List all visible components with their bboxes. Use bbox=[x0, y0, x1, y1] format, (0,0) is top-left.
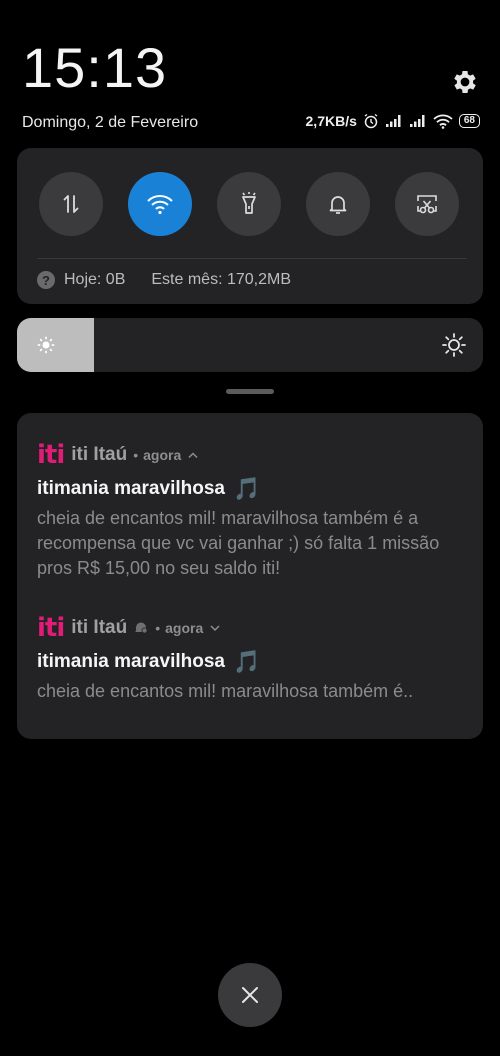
signal-icon bbox=[385, 115, 401, 127]
clock-time: 15:13 bbox=[22, 36, 168, 99]
toggle-flashlight[interactable] bbox=[217, 172, 281, 236]
notification-header: iti iti Itaú • agora bbox=[37, 614, 465, 642]
muted-bell-icon bbox=[135, 622, 148, 634]
wifi-icon bbox=[433, 114, 453, 129]
app-name: iti Itaú bbox=[71, 444, 128, 465]
toggle-mobile-data[interactable] bbox=[39, 172, 103, 236]
toggle-screenshot[interactable] bbox=[395, 172, 459, 236]
toggle-sound[interactable] bbox=[306, 172, 370, 236]
notification-header: iti iti Itaú • agora bbox=[37, 441, 465, 469]
separator-dot: • bbox=[155, 620, 161, 636]
clear-all-button[interactable] bbox=[218, 963, 282, 1027]
data-usage-month: Este mês: 170,2MB bbox=[151, 271, 291, 288]
network-speed: 2,7KB/s bbox=[305, 113, 357, 129]
notification-time: agora bbox=[165, 620, 204, 636]
signal-icon bbox=[409, 115, 425, 127]
settings-gear-icon[interactable] bbox=[450, 67, 480, 97]
notification-1[interactable]: iti iti Itaú • agora itimania maravilhos… bbox=[37, 441, 465, 581]
iti-logo: iti bbox=[37, 440, 65, 470]
notification-2[interactable]: iti iti Itaú • agora itimania maravilhos… bbox=[37, 614, 465, 704]
brightness-high-icon bbox=[442, 333, 466, 357]
help-icon: ? bbox=[37, 271, 55, 289]
battery-icon: 68 bbox=[458, 114, 480, 128]
status-bar: 2,7KB/s 68 bbox=[306, 113, 480, 129]
alarm-icon bbox=[364, 113, 378, 129]
notification-card: iti iti Itaú • agora itimania maravilhos… bbox=[17, 413, 483, 739]
quick-settings-panel: ? Hoje: 0B Este mês: 170,2MB bbox=[17, 148, 483, 304]
close-icon bbox=[242, 987, 258, 1003]
wifi-icon bbox=[147, 195, 173, 215]
chevron-down-icon[interactable] bbox=[209, 624, 221, 632]
toggle-wifi[interactable] bbox=[128, 172, 192, 236]
app-name: iti Itaú bbox=[71, 617, 128, 638]
music-note-emoji: 🎵 bbox=[232, 649, 261, 674]
data-usage[interactable]: ? Hoje: 0B Este mês: 170,2MB bbox=[37, 271, 291, 289]
separator-dot: • bbox=[133, 447, 139, 463]
iti-logo: iti bbox=[37, 613, 65, 643]
scissors-icon bbox=[417, 195, 437, 214]
flashlight-icon bbox=[242, 192, 256, 214]
panel-divider bbox=[37, 258, 467, 259]
data-arrows-icon bbox=[63, 195, 79, 213]
notification-body: cheia de encantos mil! maravilhosa també… bbox=[37, 681, 414, 701]
drag-handle[interactable] bbox=[226, 389, 274, 394]
data-usage-today: Hoje: 0B bbox=[64, 271, 126, 288]
brightness-slider[interactable] bbox=[17, 318, 483, 372]
chevron-up-icon[interactable] bbox=[187, 451, 199, 459]
bell-icon bbox=[329, 196, 347, 214]
notification-body: cheia de encantos mil! maravilhosa també… bbox=[37, 508, 440, 578]
notification-title: itimania maravilhosa 🎵 bbox=[37, 476, 261, 501]
clock-date: Domingo, 2 de Fevereiro bbox=[22, 114, 199, 131]
brightness-low-icon bbox=[37, 336, 55, 354]
music-note-emoji: 🎵 bbox=[232, 476, 261, 501]
notification-title: itimania maravilhosa 🎵 bbox=[37, 649, 261, 674]
notification-time: agora bbox=[143, 447, 182, 463]
